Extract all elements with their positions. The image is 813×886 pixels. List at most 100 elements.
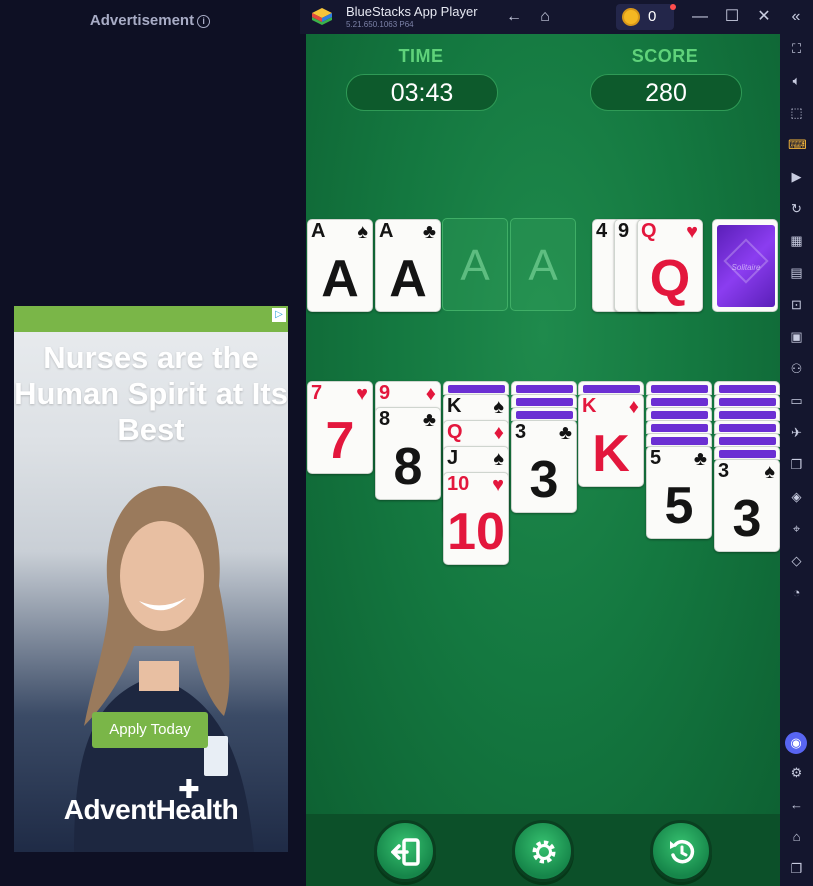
home-icon[interactable]: ⌂ — [535, 7, 555, 27]
coin-count: 0 — [648, 8, 657, 25]
close-icon[interactable]: ✕ — [754, 7, 774, 27]
performance-icon[interactable]: ◔ — [788, 584, 805, 601]
card-rank: 3 — [515, 421, 527, 443]
coin-icon — [622, 8, 640, 26]
card-suit-icon: ♥ — [356, 383, 368, 405]
apply-today-button[interactable]: Apply Today — [92, 712, 208, 748]
card-suit-icon: ♣ — [693, 448, 707, 470]
tableau-card[interactable]: 7 ♥ 7 — [307, 381, 373, 474]
notification-dot — [670, 4, 676, 10]
info-icon[interactable]: i — [197, 15, 211, 28]
card-rank: K — [447, 395, 462, 417]
volume-icon[interactable]: 🔈︎ — [788, 72, 805, 89]
score-label: SCORE — [631, 46, 699, 66]
face-down-card — [511, 381, 577, 395]
card-suit-icon: ♦ — [493, 422, 504, 444]
card-back: Solitaire — [717, 225, 775, 307]
face-down-card — [578, 381, 644, 395]
exit-button[interactable] — [374, 820, 436, 882]
pointer-icon[interactable]: ⬚ — [788, 104, 805, 121]
face-down-card — [646, 433, 712, 447]
card-rank-large: 3 — [529, 451, 559, 509]
card-suit-icon: ♠ — [493, 448, 504, 470]
ad-choices-icon[interactable]: ▷ — [272, 308, 286, 322]
card-rank: 3 — [718, 460, 730, 482]
face-down-card — [714, 394, 780, 408]
tableau-card[interactable]: 8 ♣ 8 — [375, 407, 441, 500]
card-rank: 5 — [650, 447, 662, 469]
ad-banner[interactable]: ▷ Nurses are the Human Spirit at Its Bes… — [14, 306, 288, 852]
bluestacks-logo-icon — [312, 8, 332, 25]
card-rank: K — [582, 395, 597, 417]
face-down-card — [511, 407, 577, 421]
maximize-icon[interactable]: ☐ — [722, 7, 742, 27]
minimize-icon[interactable]: — — [690, 7, 710, 27]
ad-brand: AdventHealth — [63, 794, 239, 825]
card-suit-icon: ♠ — [493, 396, 504, 418]
tableau-card[interactable]: 3 ♣ 3 — [511, 420, 577, 513]
coin-counter[interactable]: 0 — [616, 4, 676, 30]
card-suit-icon: ♥ — [492, 474, 504, 496]
discord-icon[interactable]: ◉ — [785, 732, 807, 754]
foundation-card[interactable]: A ♣ A — [375, 219, 441, 312]
face-down-card — [511, 394, 577, 408]
ad-top-strip — [14, 306, 288, 332]
card-back-logo: Solitaire — [731, 263, 761, 272]
eco-mode-icon[interactable]: ◈ — [788, 488, 805, 505]
card-rank: J — [447, 447, 459, 469]
foundation-slot-empty[interactable]: A — [510, 218, 576, 311]
undo-button[interactable] — [650, 820, 712, 882]
card-suit-icon: ♦ — [425, 383, 436, 405]
title-bar: BlueStacks App Player 5.21.650.1063 P64 … — [300, 0, 813, 34]
tableau-card[interactable]: 3 ♠ 3 — [714, 459, 780, 552]
foundation-card[interactable]: A ♠ A — [307, 219, 373, 312]
ad-headline: Nurses are the Human Spirit at Its Best — [14, 340, 288, 447]
card-rank-large: 7 — [325, 412, 355, 470]
fullscreen-icon[interactable]: ⛶ — [788, 40, 805, 57]
foundation-slot-empty[interactable]: A — [442, 218, 508, 311]
card-suit-icon: ♣ — [422, 409, 436, 431]
right-toolbar: ⛶ 🔈︎ ⬚ ⌨ ▶ ↻ ▦ ▤ ⊡ ▣ ⚇ ▭ ✈ ❐ ◈ ⌖ ◇ ◔ ◉ ⚙… — [780, 34, 813, 886]
tableau-card[interactable]: 10 ♥ 10 — [443, 472, 509, 565]
keyboard-icon[interactable]: ⌨ — [788, 136, 807, 153]
record-icon[interactable]: ▣ — [788, 328, 805, 345]
macro-icon[interactable]: ▶ — [788, 168, 805, 185]
layers-icon[interactable]: ◇ — [788, 552, 805, 569]
card-rank: Q — [447, 421, 463, 443]
media-folder-icon[interactable]: ▭ — [788, 392, 805, 409]
app-title: BlueStacks App Player — [346, 4, 478, 19]
face-down-card — [714, 381, 780, 395]
stock-pile[interactable]: Solitaire — [712, 219, 778, 312]
tableau-card[interactable]: K ♦ K — [578, 394, 644, 487]
collapse-sidebar-icon[interactable]: « — [786, 7, 806, 27]
card-rank-large: 10 — [447, 503, 505, 561]
multi-window-icon[interactable]: ❐ — [788, 456, 805, 473]
recent-apps-icon[interactable]: ❐ — [788, 860, 805, 877]
multi-instance-icon[interactable]: ⚇ — [788, 360, 805, 377]
solitaire-game: TIME 03:43 SCORE 280 A ♠ A A ♣ A A A 4 9… — [306, 34, 780, 886]
airplane-icon[interactable]: ✈ — [788, 424, 805, 441]
settings-icon[interactable]: ⚙ — [788, 764, 805, 781]
ad-panel: Advertisement i ▷ Nurses are the Human Sp… — [0, 0, 300, 886]
settings-button[interactable] — [512, 820, 574, 882]
gear-icon — [532, 840, 556, 864]
back-arrow-icon[interactable]: ← — [788, 796, 805, 813]
home-icon[interactable]: ⌂ — [788, 828, 805, 845]
apk-icon[interactable]: ▤ — [788, 264, 805, 281]
screenshot-icon[interactable]: ⊡ — [788, 296, 805, 313]
rotate-icon[interactable]: ↻ — [788, 200, 805, 217]
waste-card-top[interactable]: Q ♥ Q — [637, 219, 703, 312]
face-down-card — [714, 407, 780, 421]
back-icon[interactable]: ← — [504, 7, 524, 27]
card-suit-icon: ♦ — [628, 396, 639, 418]
card-rank-large: 5 — [664, 477, 694, 535]
score-value: 280 — [590, 74, 742, 111]
face-down-card — [443, 381, 509, 395]
undo-icon — [670, 839, 695, 864]
location-icon[interactable]: ⌖ — [788, 520, 805, 537]
face-down-card — [714, 433, 780, 447]
gamepad-icon[interactable]: ▦ — [788, 232, 805, 249]
face-down-card — [646, 381, 712, 395]
face-down-card — [646, 394, 712, 408]
tableau-card[interactable]: 5 ♣ 5 — [646, 446, 712, 539]
